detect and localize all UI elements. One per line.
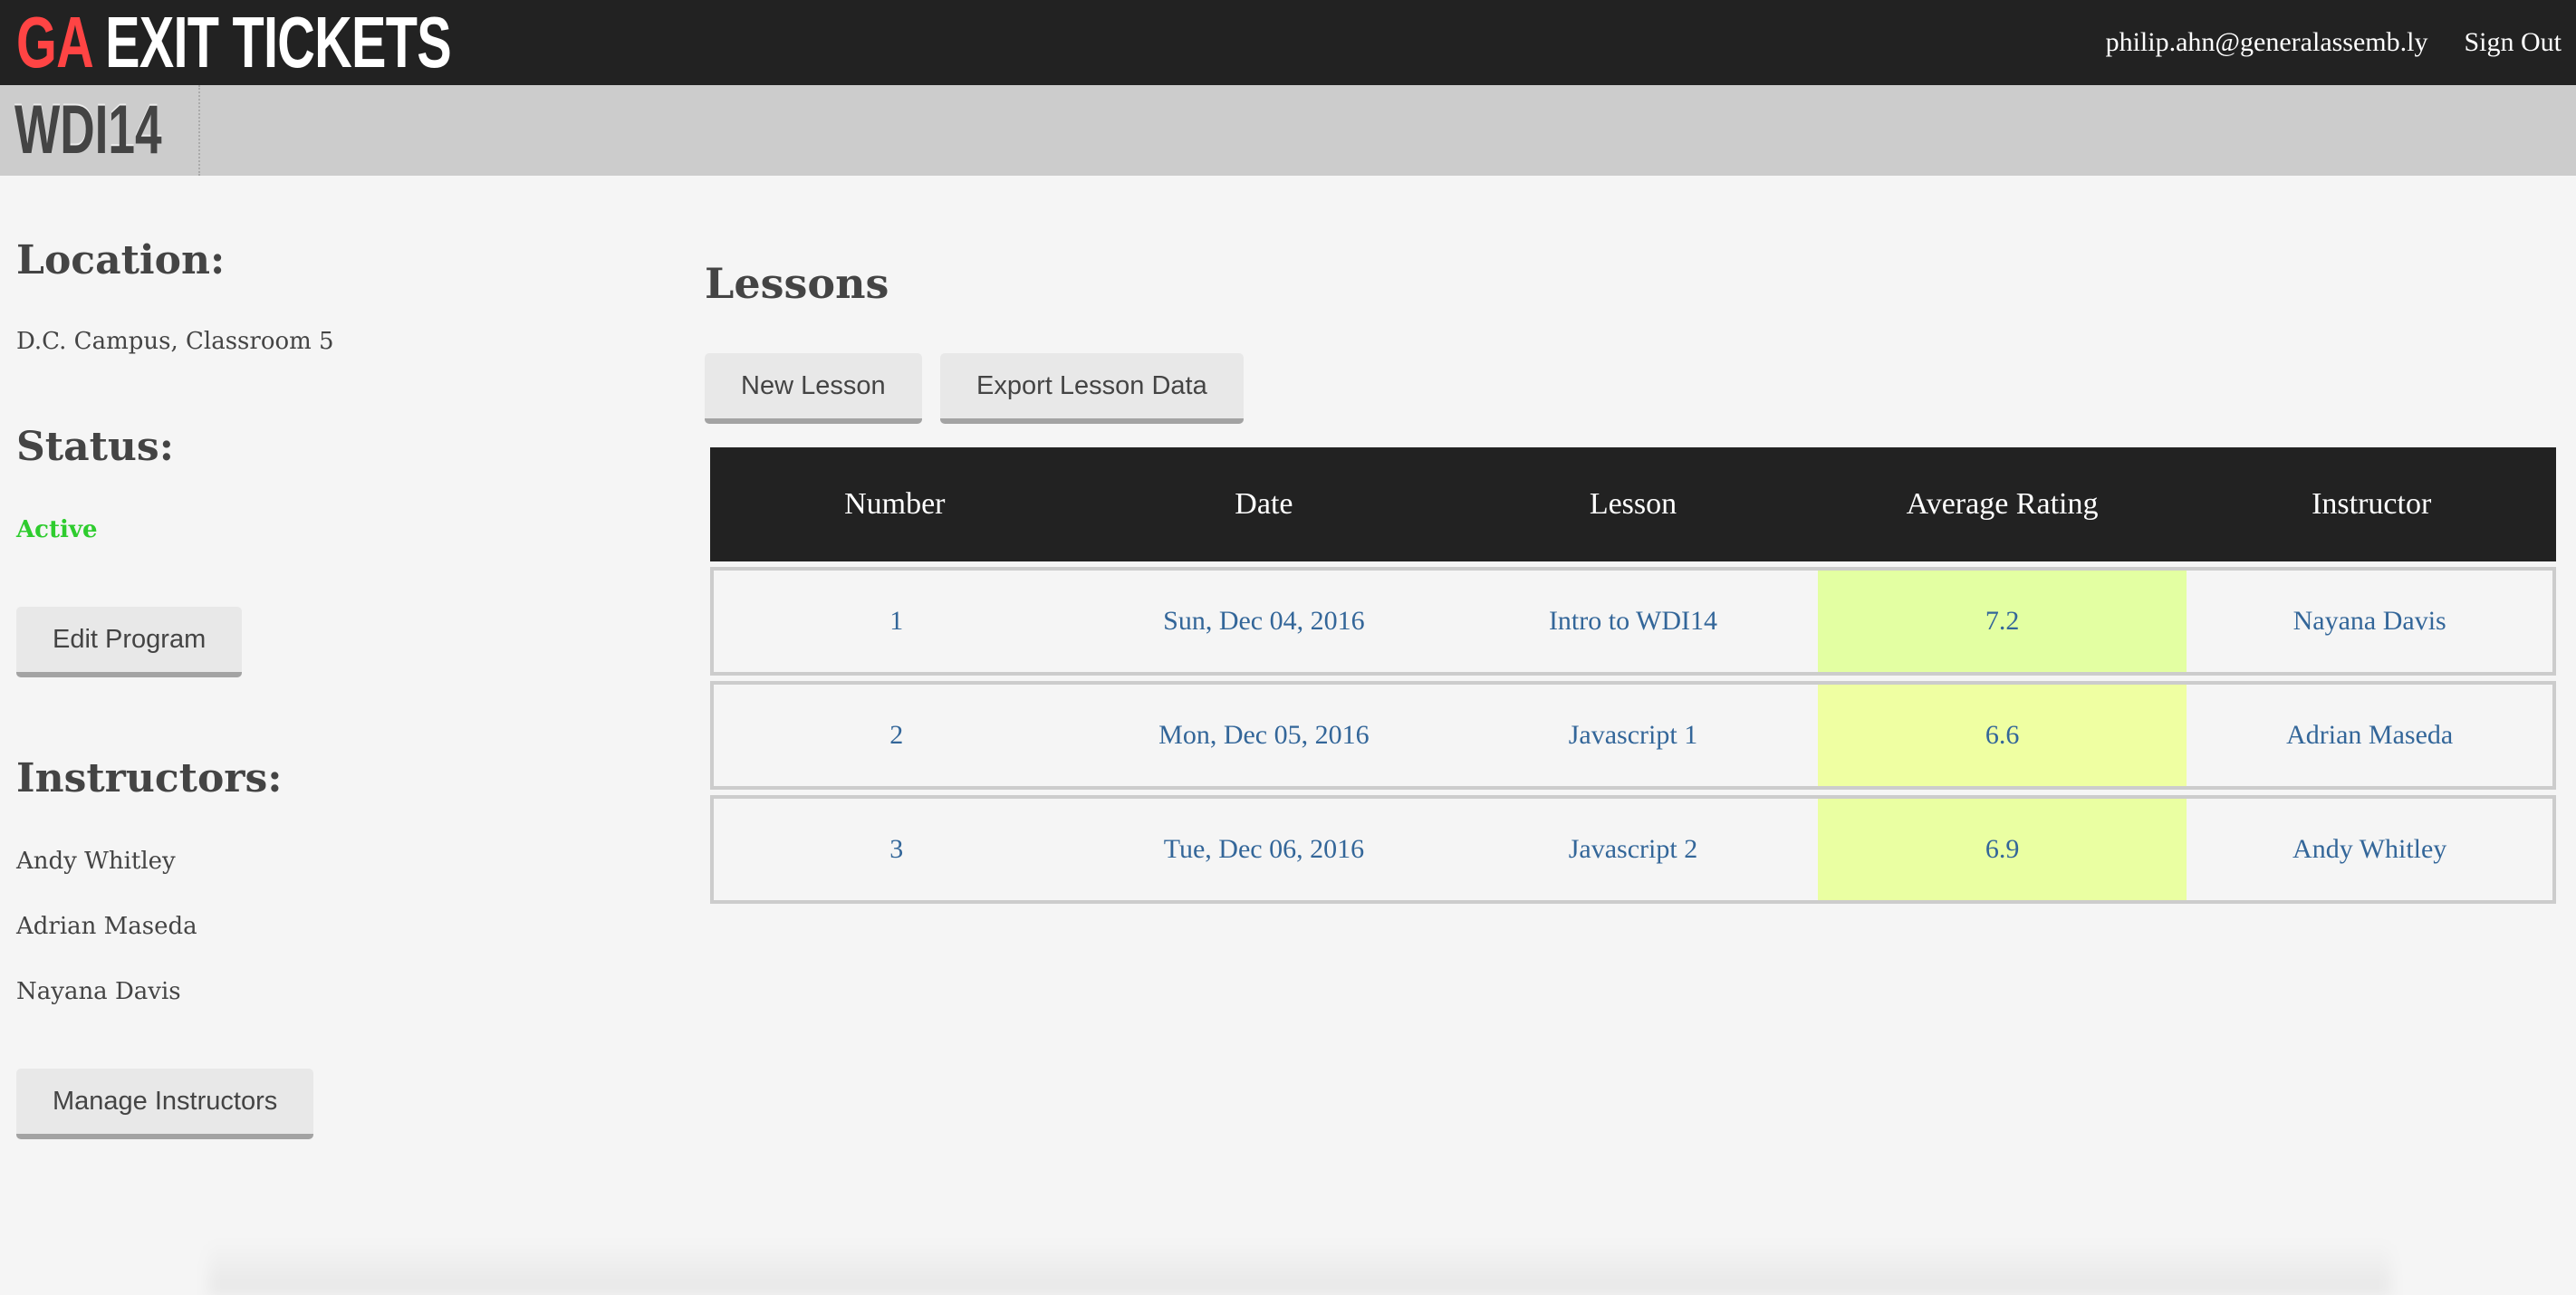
program-title: WDI14 (14, 91, 162, 168)
lesson-instructor-link[interactable]: Andy Whitley (2292, 834, 2446, 864)
status-heading: Status: (16, 424, 174, 470)
export-lesson-data-button[interactable]: Export Lesson Data (940, 353, 1244, 424)
lesson-rating-link[interactable]: 6.9 (1985, 834, 2020, 864)
lesson-number-link[interactable]: 3 (889, 834, 903, 864)
column-header-date: Date (1079, 447, 1449, 561)
cell-number: 1 (710, 567, 1080, 676)
user-nav: philip.ahn@generalassemb.ly Sign Out (2106, 0, 2562, 85)
column-header-lesson: Lesson (1448, 447, 1818, 561)
cell-number: 3 (710, 795, 1080, 904)
location-value: D.C. Campus, Classroom 5 (16, 328, 334, 355)
program-bar: WDI14 (0, 85, 2576, 176)
user-email-link[interactable]: philip.ahn@generalassemb.ly (2106, 27, 2428, 58)
lessons-table: Number Date Lesson Average Rating Instru… (710, 442, 2556, 909)
lessons-heading: Lessons (705, 259, 889, 308)
cell-date: Sun, Dec 04, 2016 (1079, 567, 1449, 676)
app-logo[interactable]: GA EXIT TICKETS (16, 2, 452, 83)
lesson-title-link[interactable]: Javascript 2 (1569, 834, 1697, 864)
table-row[interactable]: 2 Mon, Dec 05, 2016 Javascript 1 6.6 Adr… (710, 681, 2556, 790)
lesson-title-link[interactable]: Intro to WDI14 (1549, 606, 1717, 636)
cell-average-rating: 6.9 (1817, 795, 2187, 904)
lesson-date-link[interactable]: Tue, Dec 06, 2016 (1164, 834, 1364, 864)
logo-accent: GA (16, 2, 92, 82)
cell-date: Mon, Dec 05, 2016 (1079, 681, 1449, 790)
location-heading: Location: (16, 237, 226, 283)
lesson-title-link[interactable]: Javascript 1 (1569, 720, 1697, 750)
program-name: WDI14 (14, 85, 200, 176)
lesson-rating-link[interactable]: 7.2 (1985, 606, 2020, 636)
column-header-instructor: Instructor (2187, 447, 2556, 561)
instructor-list-item: Nayana Davis (16, 978, 181, 1005)
lesson-instructor-link[interactable]: Nayana Davis (2293, 606, 2446, 636)
table-row[interactable]: 1 Sun, Dec 04, 2016 Intro to WDI14 7.2 N… (710, 567, 2556, 676)
cell-instructor: Andy Whitley (2187, 795, 2556, 904)
cell-lesson: Javascript 1 (1448, 681, 1818, 790)
cell-lesson: Intro to WDI14 (1448, 567, 1818, 676)
cell-date: Tue, Dec 06, 2016 (1079, 795, 1449, 904)
lesson-number-link[interactable]: 1 (889, 606, 903, 636)
footer-shadow (208, 1241, 2391, 1295)
table-row[interactable]: 3 Tue, Dec 06, 2016 Javascript 2 6.9 And… (710, 795, 2556, 904)
edit-program-button[interactable]: Edit Program (16, 607, 243, 677)
sign-out-link[interactable]: Sign Out (2464, 27, 2562, 58)
lesson-number-link[interactable]: 2 (889, 720, 903, 750)
logo-text: EXIT TICKETS (105, 2, 452, 82)
manage-instructors-button[interactable]: Manage Instructors (16, 1069, 314, 1139)
lesson-instructor-link[interactable]: Adrian Maseda (2286, 720, 2453, 750)
instructor-list-item: Andy Whitley (16, 848, 176, 875)
instructors-heading: Instructors: (16, 755, 283, 801)
cell-instructor: Adrian Maseda (2187, 681, 2556, 790)
top-navbar: GA EXIT TICKETS philip.ahn@generalassemb… (0, 0, 2576, 85)
status-badge: Active (16, 516, 98, 543)
lesson-date-link[interactable]: Mon, Dec 05, 2016 (1158, 720, 1369, 750)
instructor-list-item: Adrian Maseda (16, 913, 197, 940)
cell-instructor: Nayana Davis (2187, 567, 2556, 676)
column-header-average-rating: Average Rating (1817, 447, 2187, 561)
table-header-row: Number Date Lesson Average Rating Instru… (710, 447, 2556, 561)
cell-average-rating: 7.2 (1817, 567, 2187, 676)
new-lesson-button[interactable]: New Lesson (705, 353, 922, 424)
cell-number: 2 (710, 681, 1080, 790)
cell-average-rating: 6.6 (1817, 681, 2187, 790)
lesson-date-link[interactable]: Sun, Dec 04, 2016 (1163, 606, 1364, 636)
lesson-rating-link[interactable]: 6.6 (1985, 720, 2020, 750)
column-header-number: Number (710, 447, 1080, 561)
cell-lesson: Javascript 2 (1448, 795, 1818, 904)
